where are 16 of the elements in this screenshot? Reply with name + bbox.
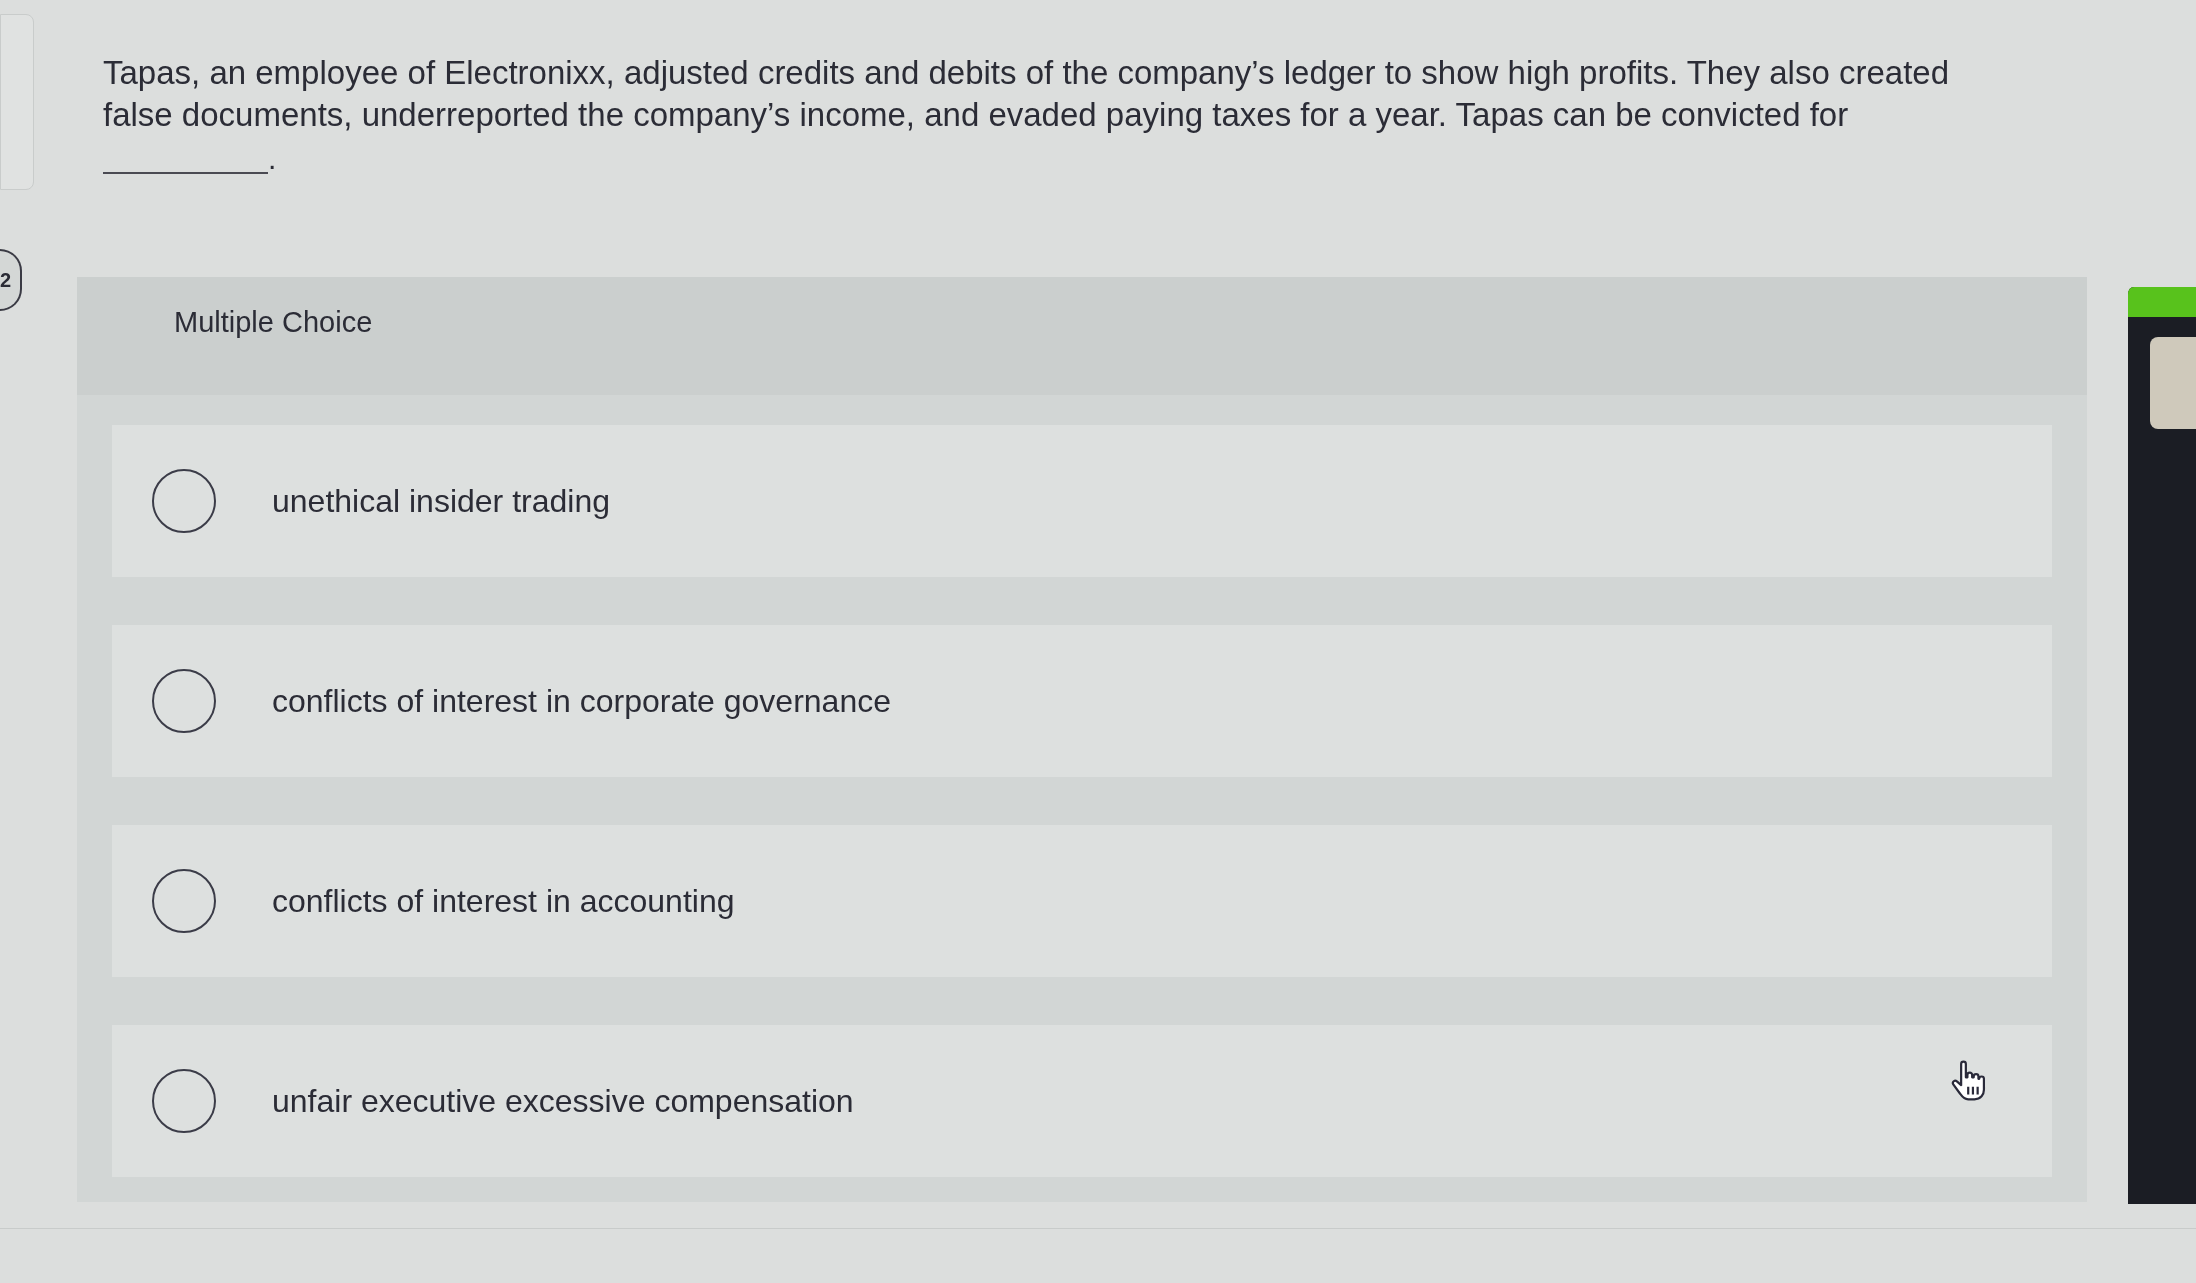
answer-option[interactable]: unfair executive excessive compensation — [112, 1025, 2052, 1177]
answer-option[interactable]: conflicts of interest in corporate governance — [112, 625, 2052, 777]
answer-option[interactable]: conflicts of interest in accounting — [112, 825, 2052, 977]
question-end-punctuation: . — [268, 144, 277, 174]
option-label[interactable]: conflicts of interest in accounting — [272, 881, 735, 921]
question-type-label: Multiple Choice — [174, 306, 373, 338]
radio-button[interactable] — [152, 669, 216, 733]
option-label[interactable]: unethical insider trading — [272, 481, 610, 521]
option-label[interactable]: conflicts of interest in corporate governance — [272, 681, 891, 721]
question-number-badge: 2 — [0, 249, 22, 311]
radio-button[interactable] — [152, 469, 216, 533]
radio-button[interactable] — [152, 1069, 216, 1133]
question-text: Tapas, an employee of Electronixx, adjusted credits and debits of the company’s ledger to show high profits. They also created false documents, underreported the company’s income, and evaded paying taxes for a year. Tapas can be convicted for — [103, 53, 1950, 135]
answer-option[interactable]: unethical insider trading — [112, 425, 2052, 577]
option-label[interactable]: unfair executive excessive compensation — [272, 1081, 854, 1121]
radio-button[interactable] — [152, 869, 216, 933]
